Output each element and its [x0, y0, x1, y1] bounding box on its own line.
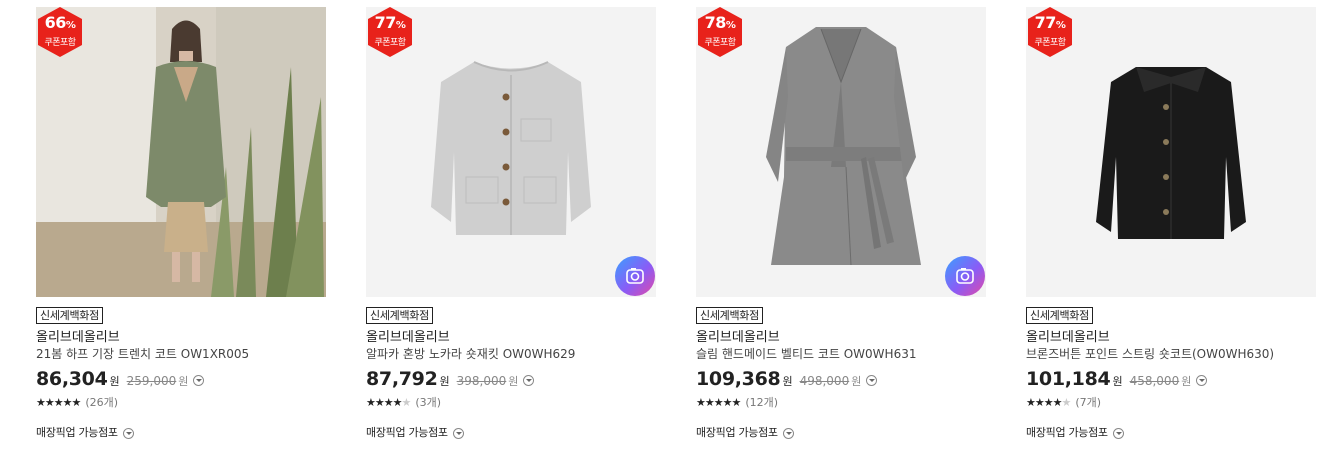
- product-image[interactable]: 78% 쿠폰포함: [696, 7, 986, 297]
- store-pickup-link[interactable]: 매장픽업 가능점포: [366, 424, 656, 440]
- discount-badge: 77% 쿠폰포함: [368, 7, 412, 57]
- currency-unit: 원: [109, 375, 120, 388]
- currency-unit: 원: [851, 375, 862, 388]
- currency-unit: 원: [782, 375, 793, 388]
- percent-sign: %: [1055, 20, 1066, 31]
- product-card[interactable]: 77% 쿠폰포함 신세계백화점 올리브데올리브 알파카 혼방 노카라 숏재킷 O…: [366, 7, 656, 440]
- product-image[interactable]: 66% 쿠폰포함: [36, 7, 326, 297]
- chevron-down-icon[interactable]: [122, 427, 134, 439]
- chevron-down-icon[interactable]: [782, 427, 794, 439]
- store-tag: 신세계백화점: [36, 307, 103, 324]
- currency-unit: 원: [508, 375, 519, 388]
- star-rating-icon: ★★★★★: [36, 395, 81, 409]
- chevron-down-icon[interactable]: [452, 427, 464, 439]
- pickup-label: 매장픽업 가능점포: [366, 426, 448, 439]
- percent-sign: %: [65, 20, 76, 31]
- store-tag: 신세계백화점: [1026, 307, 1093, 324]
- camera-icon: [626, 268, 644, 284]
- rating-row: ★★★★★ (12개): [696, 394, 986, 410]
- discount-badge: 66% 쿠폰포함: [38, 7, 82, 57]
- store-pickup-link[interactable]: 매장픽업 가능점포: [696, 424, 986, 440]
- brand-name[interactable]: 올리브데올리브: [696, 329, 986, 346]
- price-info-chevron-icon[interactable]: [866, 375, 878, 386]
- brand-name[interactable]: 올리브데올리브: [1026, 329, 1316, 346]
- coupon-label: 쿠폰포함: [704, 38, 736, 48]
- discount-percent: 66: [44, 13, 67, 32]
- original-price: 398,000: [456, 374, 507, 388]
- chevron-down-icon[interactable]: [1112, 427, 1124, 439]
- sale-price: 101,184: [1026, 368, 1111, 390]
- pickup-label: 매장픽업 가능점포: [696, 426, 778, 439]
- sale-price: 87,792: [366, 368, 438, 390]
- pickup-label: 매장픽업 가능점포: [1026, 426, 1108, 439]
- rating-row: ★★★★★ (7개): [1026, 394, 1316, 410]
- currency-unit: 원: [178, 375, 189, 388]
- discount-badge: 78% 쿠폰포함: [698, 7, 742, 57]
- price-row: 87,792 원 398,000 원: [366, 368, 656, 392]
- coupon-label: 쿠폰포함: [374, 38, 406, 48]
- percent-sign: %: [395, 20, 406, 31]
- original-price: 458,000: [1129, 374, 1180, 388]
- currency-unit: 원: [439, 375, 450, 388]
- star-rating-icon: ★★★★★: [1026, 395, 1071, 409]
- photo-review-button[interactable]: [615, 256, 655, 296]
- coupon-label: 쿠폰포함: [1034, 38, 1066, 48]
- coupon-label: 쿠폰포함: [44, 38, 76, 48]
- store-pickup-link[interactable]: 매장픽업 가능점포: [1026, 424, 1316, 440]
- currency-unit: 원: [1181, 375, 1192, 388]
- original-price: 259,000: [126, 374, 177, 388]
- review-count: (12개): [745, 396, 779, 409]
- percent-sign: %: [725, 20, 736, 31]
- store-tag: 신세계백화점: [696, 307, 763, 324]
- star-rating-icon: ★★★★★: [366, 395, 411, 409]
- price-info-chevron-icon[interactable]: [193, 375, 205, 386]
- camera-icon: [956, 268, 974, 284]
- discount-badge: 77% 쿠폰포함: [1028, 7, 1072, 57]
- sale-price: 86,304: [36, 368, 108, 390]
- brand-name[interactable]: 올리브데올리브: [36, 329, 326, 346]
- review-count: (3개): [415, 396, 442, 409]
- store-tag: 신세계백화점: [366, 307, 433, 324]
- price-info-chevron-icon[interactable]: [523, 375, 535, 386]
- store-pickup-link[interactable]: 매장픽업 가능점포: [36, 424, 326, 440]
- product-name[interactable]: 21봄 하프 기장 트렌치 코트 OW1XR005: [36, 346, 326, 363]
- discount-percent: 77: [374, 13, 397, 32]
- product-card[interactable]: 78% 쿠폰포함 신세계백화점 올리브데올리브 슬림 핸드메이드 벨티드 코트 …: [696, 7, 986, 440]
- review-count: (26개): [85, 396, 119, 409]
- product-name[interactable]: 브론즈버튼 포인트 스트링 숏코트(OW0WH630): [1026, 346, 1316, 363]
- product-card[interactable]: 66% 쿠폰포함 신세계백화점 올리브데올리브 21봄 하프 기장 트렌치 코트…: [36, 7, 326, 440]
- product-name[interactable]: 알파카 혼방 노카라 숏재킷 OW0WH629: [366, 346, 656, 363]
- rating-row: ★★★★★ (26개): [36, 394, 326, 410]
- price-row: 101,184 원 458,000 원: [1026, 368, 1316, 392]
- currency-unit: 원: [1112, 375, 1123, 388]
- product-card[interactable]: 77% 쿠폰포함 신세계백화점 올리브데올리브 브론즈버튼 포인트 스트링 숏코…: [1026, 7, 1316, 440]
- pickup-label: 매장픽업 가능점포: [36, 426, 118, 439]
- product-image[interactable]: 77% 쿠폰포함: [1026, 7, 1316, 297]
- sale-price: 109,368: [696, 368, 781, 390]
- review-count: (7개): [1075, 396, 1102, 409]
- original-price: 498,000: [799, 374, 850, 388]
- price-row: 109,368 원 498,000 원: [696, 368, 986, 392]
- brand-name[interactable]: 올리브데올리브: [366, 329, 656, 346]
- product-image[interactable]: 77% 쿠폰포함: [366, 7, 656, 297]
- photo-review-button[interactable]: [945, 256, 985, 296]
- star-rating-icon: ★★★★★: [696, 395, 741, 409]
- discount-percent: 77: [1034, 13, 1057, 32]
- price-row: 86,304 원 259,000 원: [36, 368, 326, 392]
- discount-percent: 78: [704, 13, 727, 32]
- product-name[interactable]: 슬림 핸드메이드 벨티드 코트 OW0WH631: [696, 346, 986, 363]
- product-grid: 66% 쿠폰포함 신세계백화점 올리브데올리브 21봄 하프 기장 트렌치 코트…: [0, 0, 1326, 475]
- price-info-chevron-icon[interactable]: [1196, 375, 1208, 386]
- rating-row: ★★★★★ (3개): [366, 394, 656, 410]
